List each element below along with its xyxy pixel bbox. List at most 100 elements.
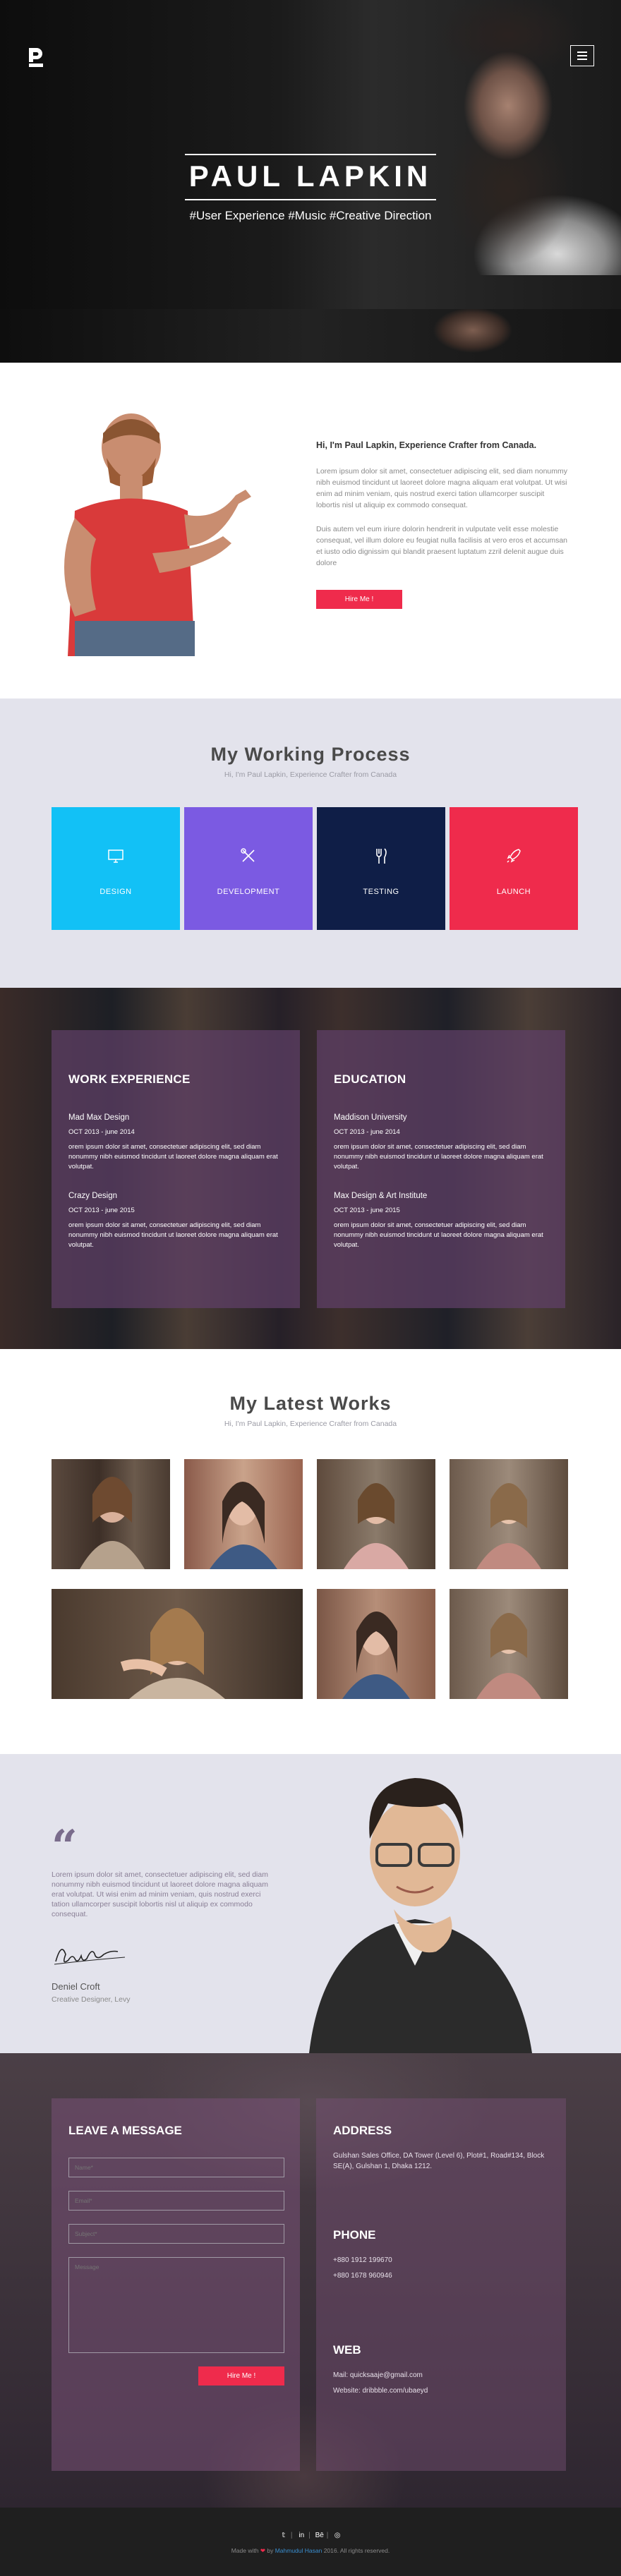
contact-info-panel: ADDRESS Gulshan Sales Office, DA Tower (… (316, 2098, 566, 2471)
work-item-desc: orem ipsum dolor sit amet, consectetuer … (68, 1221, 278, 1249)
linkedin-icon[interactable]: in (296, 2532, 307, 2539)
education-item: Maddison University OCT 2013 - june 2014… (334, 1113, 548, 1172)
process-card-development[interactable]: DEVELOPMENT (184, 807, 313, 930)
education-item-title: Maddison University (334, 1113, 407, 1122)
hire-me-button[interactable]: Hire Me ! (316, 590, 402, 609)
works-title: My Latest Works (229, 1393, 392, 1414)
experience-section: WORK EXPERIENCE Mad Max Design OCT 2013 … (0, 988, 621, 1349)
contact-form: LEAVE A MESSAGE Hire Me ! (52, 2098, 300, 2471)
hamburger-icon (577, 52, 587, 53)
about-paragraph-1: Lorem ipsum dolor sit amet, consectetuer… (316, 467, 567, 509)
testimonial-portrait-image (309, 1778, 532, 2053)
mail-text: Mail: quicksaaje@gmail.com (333, 2371, 423, 2379)
process-title: My Working Process (210, 744, 411, 765)
copyright-by: by (267, 2547, 274, 2554)
gallery-item[interactable] (317, 1589, 435, 1699)
gallery-image (210, 1482, 277, 1569)
hamburger-icon-line (577, 59, 587, 60)
heart-icon: ❤ (260, 2547, 265, 2554)
dribbble-icon[interactable]: ◎ (332, 2532, 343, 2539)
author-link[interactable]: Mahmudul Hasan (275, 2547, 322, 2554)
footer: 𝕥 | in | Bē | ◎ Made with ❤ by Mahmudul Has… (0, 2508, 621, 2576)
web-title: WEB (333, 2343, 361, 2357)
logo-icon[interactable] (27, 47, 45, 68)
work-item-desc: orem ipsum dolor sit amet, consectetuer … (68, 1143, 278, 1171)
copyright-made-with: Made with (231, 2547, 259, 2554)
education-item-dates: OCT 2013 - june 2015 (334, 1207, 400, 1214)
education-item-desc: orem ipsum dolor sit amet, consectetuer … (334, 1143, 543, 1171)
about-heading: Hi, I'm Paul Lapkin, Experience Crafter … (316, 440, 537, 450)
quote-icon: “ (52, 1820, 78, 1873)
gallery-item[interactable] (52, 1459, 170, 1569)
name-field[interactable] (68, 2158, 284, 2177)
subject-field[interactable] (68, 2224, 284, 2244)
hero-strip-portrait (413, 309, 533, 363)
education-item-title: Max Design & Art Institute (334, 1192, 428, 1200)
email-field[interactable] (68, 2191, 284, 2211)
process-card-label: TESTING (363, 888, 399, 896)
works-section: My Latest Works Hi, I'm Paul Lapkin, Exp… (0, 1349, 621, 1754)
process-card-label: DEVELOPMENT (217, 888, 280, 896)
education-item: Max Design & Art Institute OCT 2013 - ju… (334, 1192, 548, 1250)
hero-bottom-rule (185, 199, 436, 200)
work-item: Crazy Design OCT 2013 - june 2015 orem i… (68, 1192, 283, 1250)
contact-form-title: LEAVE A MESSAGE (68, 2124, 182, 2137)
gallery-image (476, 1483, 541, 1569)
copyright-rest: 2016. All rights reserved. (323, 2547, 390, 2554)
gallery-item[interactable] (184, 1459, 303, 1569)
gallery-item[interactable] (450, 1459, 568, 1569)
testimonial-section: “ Lorem ipsum dolor sit amet, consectetu… (0, 1754, 621, 2053)
monitor-icon (108, 849, 123, 863)
gallery-image (120, 1608, 225, 1699)
gallery-item[interactable] (450, 1589, 568, 1699)
address-title: ADDRESS (333, 2124, 392, 2137)
phone-2: +880 1678 960946 (333, 2272, 392, 2280)
gallery-image (342, 1611, 410, 1699)
gallery-image (344, 1483, 409, 1569)
works-subtitle: Hi, I'm Paul Lapkin, Experience Crafter … (224, 1420, 397, 1428)
copyright-text: Made with ❤ by Mahmudul Hasan 2016. All … (0, 2547, 621, 2555)
process-card-design[interactable]: DESIGN (52, 807, 180, 930)
phone-1: +880 1912 199670 (333, 2256, 392, 2264)
about-portrait-image (64, 413, 251, 656)
submit-button[interactable]: Hire Me ! (198, 2366, 284, 2385)
hamburger-icon-line (577, 55, 587, 56)
phone-title: PHONE (333, 2228, 376, 2242)
contact-section: LEAVE A MESSAGE Hire Me ! ADDRESS Gulsha… (0, 2053, 621, 2508)
work-item-title: Crazy Design (68, 1192, 118, 1200)
about-paragraph-2: Duis autem vel eum iriure dolorin hendre… (316, 525, 568, 567)
education-item-dates: OCT 2013 - june 2014 (334, 1128, 400, 1136)
work-experience-title: WORK EXPERIENCE (68, 1072, 191, 1086)
hero-tags: #User Experience #Music #Creative Direct… (189, 209, 432, 222)
tools-icon (241, 848, 255, 862)
website-text: Website: dribbble.com/ubaeyd (333, 2387, 428, 2395)
gallery-image (476, 1613, 541, 1699)
gallery-image (80, 1477, 145, 1569)
address-text: Gulshan Sales Office, DA Tower (Level 6)… (333, 2152, 545, 2170)
process-card-testing[interactable]: TESTING (317, 807, 445, 930)
process-card-label: DESIGN (100, 888, 132, 896)
message-field[interactable] (68, 2257, 284, 2353)
social-links: 𝕥 | in | Bē | ◎ (0, 2532, 621, 2539)
menu-button[interactable] (570, 45, 594, 66)
utensils-icon (376, 848, 387, 864)
process-card-launch[interactable]: LAUNCH (450, 807, 578, 930)
process-card-label: LAUNCH (496, 888, 531, 896)
gallery-item[interactable] (52, 1589, 303, 1699)
work-item-title: Mad Max Design (68, 1113, 130, 1122)
twitter-icon[interactable]: 𝕥 (278, 2532, 289, 2539)
education-item-desc: orem ipsum dolor sit amet, consectetuer … (334, 1221, 543, 1249)
education-panel: EDUCATION Maddison University OCT 2013 -… (317, 1030, 565, 1308)
hero-top-rule (185, 154, 436, 155)
testimonial-role: Creative Designer, Levy (52, 1995, 131, 2004)
gallery-item[interactable] (317, 1459, 435, 1569)
behance-icon[interactable]: Bē (314, 2532, 325, 2539)
rocket-icon (507, 849, 521, 863)
hero-portrait-image (402, 0, 621, 275)
work-experience-panel: WORK EXPERIENCE Mad Max Design OCT 2013 … (52, 1030, 300, 1308)
work-item: Mad Max Design OCT 2013 - june 2014 orem… (68, 1113, 283, 1172)
education-title: EDUCATION (334, 1072, 406, 1086)
work-item-dates: OCT 2013 - june 2015 (68, 1207, 135, 1214)
work-item-dates: OCT 2013 - june 2014 (68, 1128, 135, 1136)
testimonial-quote: Lorem ipsum dolor sit amet, consectetuer… (52, 1870, 269, 1918)
